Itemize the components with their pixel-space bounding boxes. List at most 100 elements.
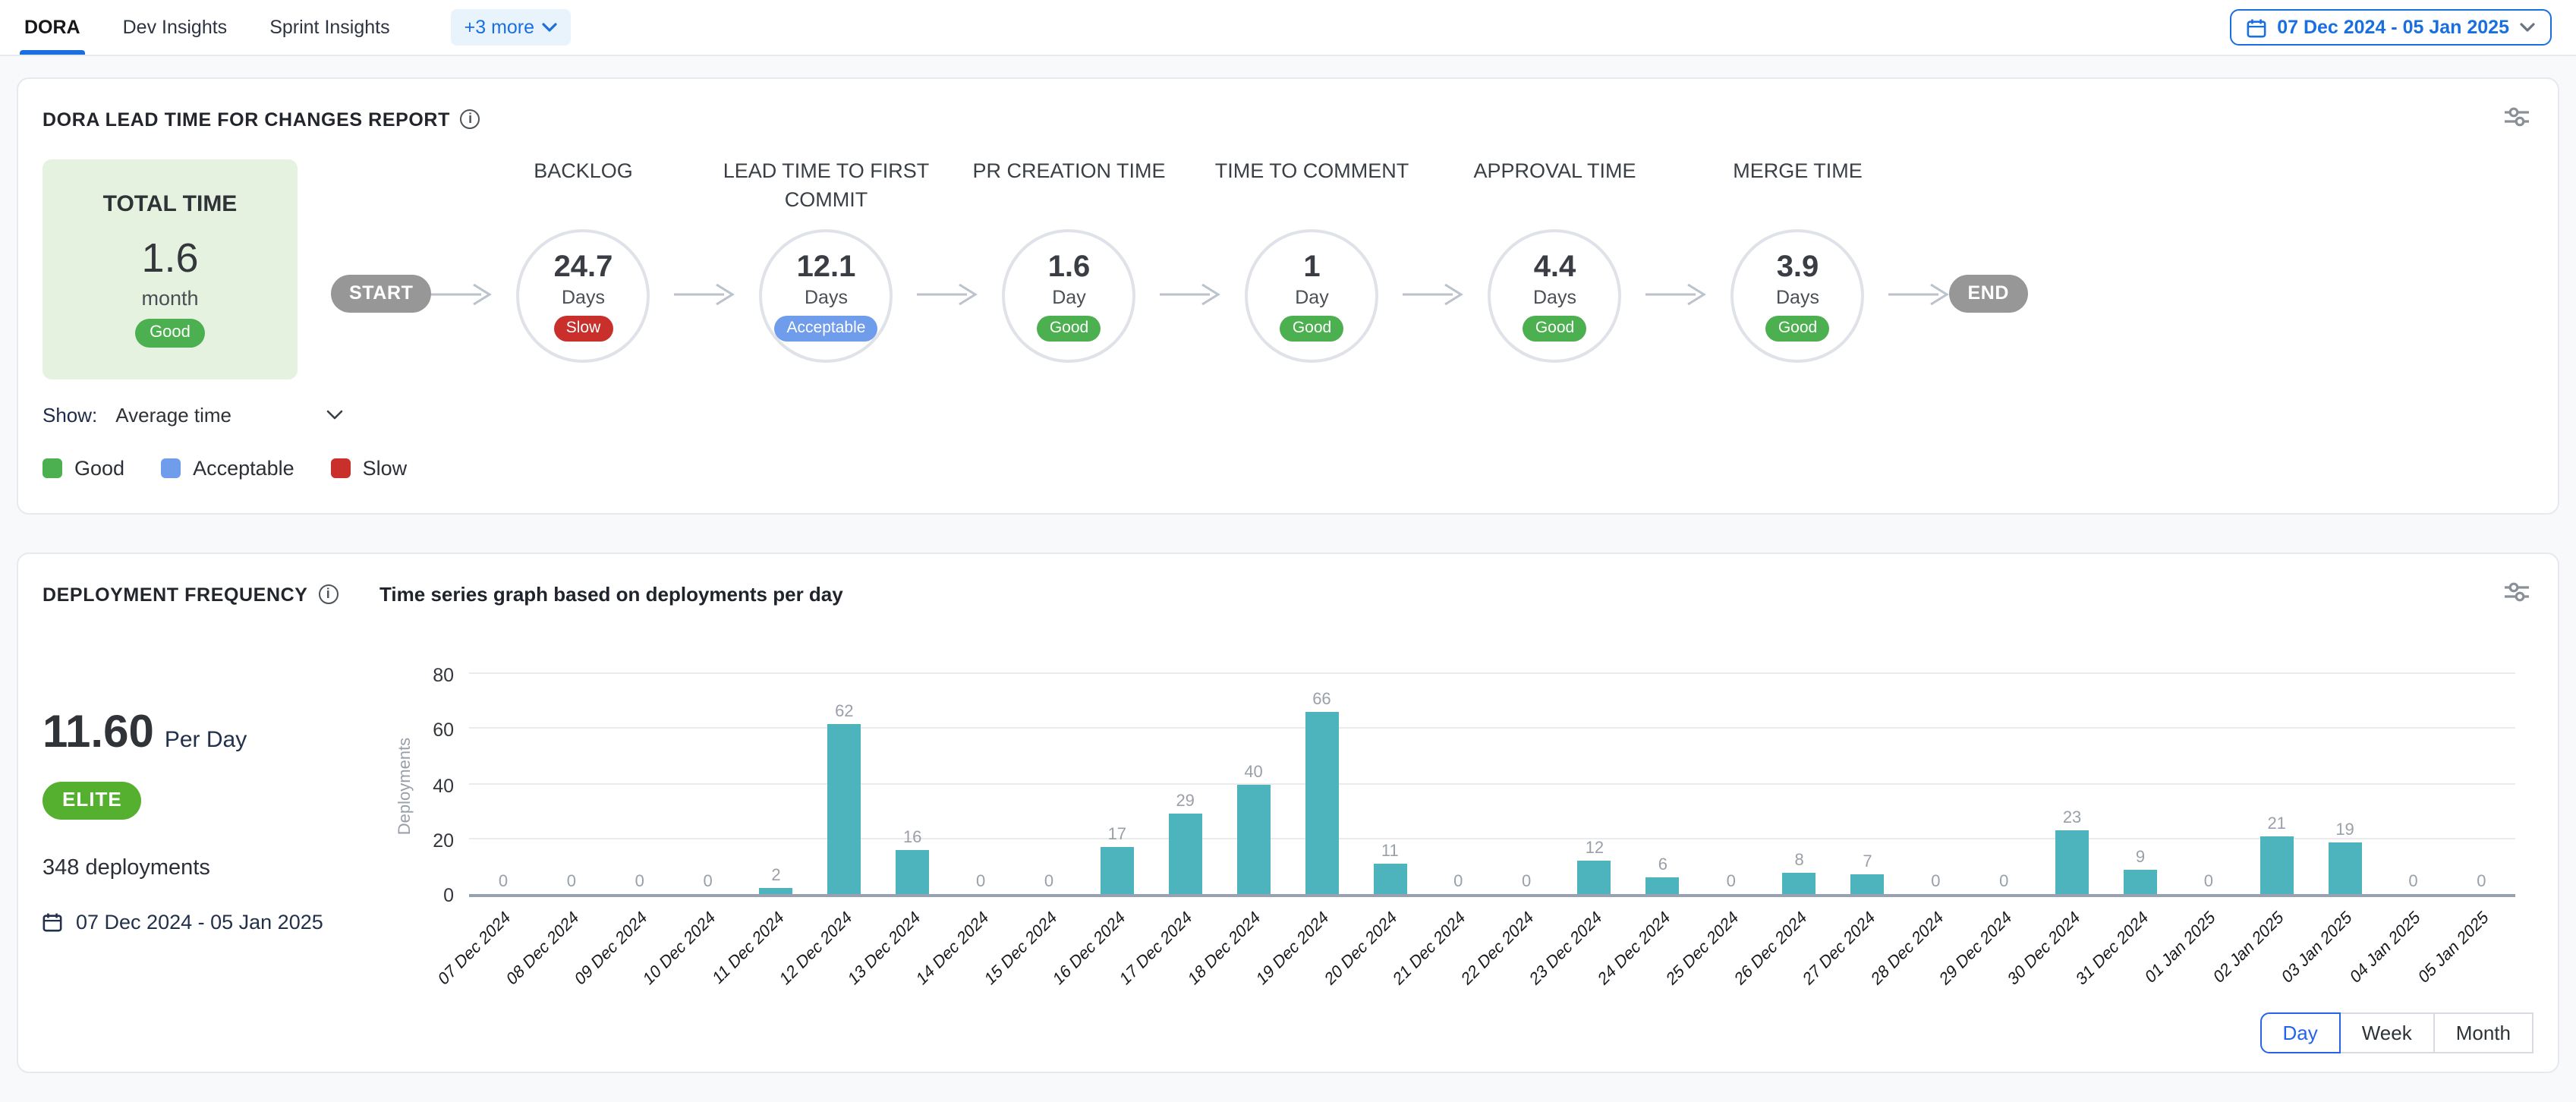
legend-label: Acceptable: [193, 457, 294, 480]
lead-time-card-header: DORA LEAD TIME FOR CHANGES REPORT i: [43, 103, 2533, 135]
deployment-bar[interactable]: [827, 723, 861, 894]
show-row: Show: Average time: [43, 404, 2533, 427]
deployment-bar[interactable]: [1578, 861, 1611, 895]
deployment-body: 11.60 Per Day ELITE 348 deployments 07 D…: [43, 616, 2533, 997]
stage-badge: Good: [1038, 316, 1101, 342]
granularity-button[interactable]: Month: [2433, 1012, 2533, 1053]
bar-value-label: 0: [567, 873, 576, 891]
nav-tab[interactable]: Dev Insights: [123, 0, 228, 55]
date-range-picker[interactable]: 07 Dec 2024 - 05 Jan 2025: [2230, 9, 2552, 46]
deployment-bar[interactable]: [759, 889, 792, 894]
bar-slot: 0: [1901, 677, 1970, 894]
deployment-rate: 11.60: [43, 707, 154, 757]
deployment-bar[interactable]: [1646, 877, 1680, 894]
x-axis-label: 01 Jan 2025: [2174, 897, 2243, 997]
nav-tab-label: Sprint Insights: [269, 17, 389, 38]
granularity-button[interactable]: Week: [2339, 1012, 2435, 1053]
stage-circle[interactable]: 1.6 Day Good: [1003, 229, 1136, 363]
bar-slot: 11: [1356, 677, 1424, 894]
bar-value-label: 11: [1381, 842, 1399, 861]
flow-arrow-icon: [1646, 282, 1707, 314]
deployment-bar[interactable]: [2055, 831, 2089, 894]
deployment-bar[interactable]: [1850, 875, 1884, 894]
pipeline: START BACKLOG 24.7 Days Slow: [331, 156, 2027, 363]
stage-badge: Good: [1280, 316, 1343, 342]
calendar-icon: [43, 912, 62, 932]
nav-tab[interactable]: DORA: [24, 0, 80, 55]
x-axis-label: 24 Dec 2024: [1629, 897, 1697, 997]
stage-circle[interactable]: 4.4 Days Good: [1488, 229, 1622, 363]
deployment-bar[interactable]: [2124, 869, 2157, 894]
stage-title: MERGE TIME: [1677, 156, 1919, 185]
deployment-bar[interactable]: [1373, 864, 1406, 894]
info-icon[interactable]: i: [319, 584, 339, 604]
stage-circle[interactable]: 12.1 Days Acceptable: [760, 229, 893, 363]
stage-unit: Days: [805, 287, 848, 308]
x-axis-label: 20 Dec 2024: [1356, 897, 1424, 997]
bar-value-label: 0: [1931, 873, 1940, 891]
plot-area: 0000262160017294066110012608700239021190…: [469, 677, 2515, 897]
stage-title: LEAD TIME TO FIRST COMMIT: [705, 156, 948, 214]
stage-title: BACKLOG: [462, 156, 705, 185]
chart-settings-button[interactable]: [2500, 578, 2533, 610]
stage-badge: Good: [1766, 316, 1829, 342]
deployment-bar[interactable]: [1169, 814, 1202, 894]
sliders-icon: [2503, 581, 2530, 603]
more-tabs-label: +3 more: [464, 17, 534, 38]
stage-title: APPROVAL TIME: [1434, 156, 1677, 185]
bar-slot: 19: [2311, 677, 2379, 894]
stage-circle[interactable]: 3.9 Days Good: [1731, 229, 1865, 363]
stage-circle[interactable]: 1 Day Good: [1245, 229, 1379, 363]
bar-value-label: 0: [499, 873, 508, 891]
flow-arrow-icon: [1403, 282, 1464, 314]
bar-value-label: 0: [976, 873, 985, 891]
nav-tab[interactable]: Sprint Insights: [269, 0, 389, 55]
bar-value-label: 0: [2204, 873, 2213, 891]
x-axis-label: 04 Jan 2025: [2379, 897, 2448, 997]
deployment-bar[interactable]: [1101, 847, 1134, 894]
x-axis-label: 13 Dec 2024: [878, 897, 946, 997]
granularity-button[interactable]: Day: [2260, 1012, 2340, 1053]
deployment-bar[interactable]: [2260, 836, 2294, 894]
stage-circle[interactable]: 24.7 Days Slow: [517, 229, 650, 363]
deployment-bar[interactable]: [1783, 872, 1816, 894]
x-axis-label: 12 Dec 2024: [810, 897, 878, 997]
flow-arrow-icon: [1160, 282, 1221, 314]
nav-tab-label: DORA: [24, 17, 80, 38]
bar-slot: 0: [2447, 677, 2515, 894]
stage-title: PR CREATION TIME: [948, 156, 1191, 185]
dashboard-page: DORA Dev Insights Sprint Insights +3 mor…: [0, 0, 2576, 1102]
pipeline-stage: APPROVAL TIME 4.4 Days Good: [1464, 156, 1646, 363]
info-icon[interactable]: i: [461, 109, 480, 129]
deployment-bar[interactable]: [1305, 713, 1338, 894]
stage-value: 3.9: [1777, 250, 1819, 284]
bar-slot: 0: [1697, 677, 1765, 894]
x-axis-label: 11 Dec 2024: [742, 897, 811, 997]
x-axis-label: 03 Jan 2025: [2311, 897, 2379, 997]
bar-value-label: 17: [1108, 826, 1127, 844]
deployment-date-range: 07 Dec 2024 - 05 Jan 2025: [43, 911, 384, 934]
x-axis-label: 21 Dec 2024: [1424, 897, 1492, 997]
deployment-bar[interactable]: [2329, 842, 2362, 894]
chart-settings-button[interactable]: [2500, 103, 2533, 135]
x-axis-label: 07 Dec 2024: [469, 897, 537, 997]
deployment-bar[interactable]: [896, 850, 929, 894]
nav-tab-label: Dev Insights: [123, 17, 228, 38]
main-content: DORA LEAD TIME FOR CHANGES REPORT i TOTA…: [0, 56, 2576, 1094]
x-axis-label: 15 Dec 2024: [1015, 897, 1083, 997]
deployment-date-range-label: 07 Dec 2024 - 05 Jan 2025: [76, 911, 323, 934]
deployment-stats: 11.60 Per Day ELITE 348 deployments 07 D…: [43, 616, 384, 997]
deployment-bar[interactable]: [1237, 784, 1271, 894]
bar-slot: 0: [1424, 677, 1492, 894]
bar-value-label: 0: [1044, 873, 1053, 891]
more-tabs-button[interactable]: +3 more: [451, 9, 571, 46]
bar-slot: 0: [1015, 677, 1083, 894]
bar-slot: 2: [742, 677, 811, 894]
pipeline-stage: LEAD TIME TO FIRST COMMIT 12.1 Days Acce…: [735, 156, 918, 363]
bar-slot: 8: [1765, 677, 1834, 894]
pipeline-stage: BACKLOG 24.7 Days Slow: [493, 156, 675, 363]
stage-badge: Acceptable: [775, 316, 878, 342]
show-metric-select[interactable]: Average time: [115, 404, 343, 427]
calendar-icon: [2247, 17, 2266, 37]
chart-title: Time series graph based on deployments p…: [379, 583, 843, 606]
